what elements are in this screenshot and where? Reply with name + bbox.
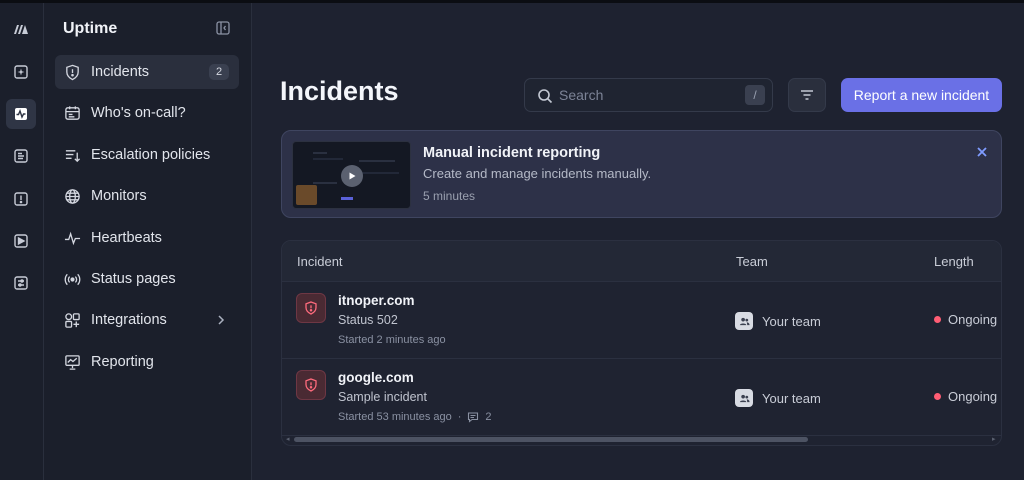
incident-description: Sample incident <box>338 390 427 404</box>
play-icon[interactable] <box>6 226 36 256</box>
sidebar-item-reporting[interactable]: Reporting <box>55 345 239 379</box>
incident-description: Status 502 <box>338 313 398 327</box>
app-title: Uptime <box>63 20 118 37</box>
separator-dot: · <box>457 411 462 423</box>
incident-started: Started 2 minutes ago <box>338 334 446 346</box>
incident-name[interactable]: google.com <box>338 370 414 385</box>
close-icon[interactable] <box>975 145 989 159</box>
page-title: Incidents <box>280 76 399 106</box>
column-header-length[interactable]: Length <box>934 254 974 269</box>
integrations-icon <box>63 311 81 329</box>
video-duration: 5 minutes <box>423 189 476 203</box>
banner-description: Create and manage incidents manually. <box>423 166 652 181</box>
incident-team: Your team <box>735 312 821 330</box>
sidebar-item-label: Heartbeats <box>91 230 162 246</box>
incident-status: Ongoing <box>948 389 998 404</box>
comment-icon <box>468 412 479 423</box>
thumbnail-detail <box>313 158 343 160</box>
sidebar-item-label: Reporting <box>91 354 154 370</box>
shield-alert-icon <box>296 370 326 400</box>
filter-button[interactable] <box>788 78 826 112</box>
list-sort-icon <box>63 146 81 164</box>
incident-length: Ongoing <box>934 312 997 327</box>
video-guide-banner: Manual incident reporting Create and man… <box>281 130 1002 218</box>
sidebar-item-label: Who's on-call? <box>91 105 186 121</box>
chart-icon <box>63 353 81 371</box>
thumbnail-detail <box>359 160 395 162</box>
team-users-icon <box>735 389 753 407</box>
thumbnail-detail <box>313 152 327 154</box>
sidebar-item-monitors[interactable]: Monitors <box>55 179 239 213</box>
sidebar-item-on-call[interactable]: Who's on-call? <box>55 96 239 130</box>
activity-icon[interactable] <box>6 99 36 129</box>
banner-title: Manual incident reporting <box>423 145 601 161</box>
comment-count: 2 <box>485 411 492 423</box>
horizontal-scrollbar[interactable]: ◂ ▸ <box>286 436 998 443</box>
status-dot <box>934 316 941 323</box>
sidebar-item-integrations[interactable]: Integrations <box>55 303 239 337</box>
chevron-right-icon <box>215 313 227 327</box>
sidebar: Uptime Incidents 2 Who's on-call? Escala… <box>44 3 252 480</box>
incident-name[interactable]: itnoper.com <box>338 293 415 308</box>
sidebar-item-status-pages[interactable]: Status pages <box>55 262 239 296</box>
incidents-table: Incident Team Length itnoper.com Status … <box>281 240 1002 446</box>
search-box[interactable]: / <box>524 78 773 112</box>
column-header-incident[interactable]: Incident <box>297 254 343 269</box>
incident-status: Ongoing <box>948 312 998 327</box>
table-header: Incident Team Length <box>282 241 1001 282</box>
report-incident-button[interactable]: Report a new incident <box>841 78 1002 112</box>
broadcast-icon <box>63 270 81 288</box>
search-input[interactable] <box>559 85 729 105</box>
sidebar-item-label: Incidents <box>91 64 150 80</box>
incident-count-badge: 2 <box>209 64 229 80</box>
incident-length: Ongoing <box>934 389 997 404</box>
sidebar-item-label: Integrations <box>91 312 167 328</box>
sparkle-icon[interactable] <box>6 57 36 87</box>
incident-team: Your team <box>735 389 821 407</box>
logo-icon[interactable] <box>6 14 36 44</box>
incident-started: Started 53 minutes ago <box>338 411 452 423</box>
sidebar-item-escalation-policies[interactable]: Escalation policies <box>55 138 239 172</box>
video-thumbnail[interactable] <box>292 141 411 209</box>
sidebar-item-label: Monitors <box>91 188 147 204</box>
team-name: Your team <box>762 313 821 329</box>
presenter-camera <box>296 185 317 205</box>
sidebar-item-label: Escalation policies <box>91 147 211 163</box>
search-shortcut-key: / <box>745 85 765 105</box>
play-video-icon[interactable] <box>341 165 363 187</box>
logs-icon[interactable] <box>6 141 36 171</box>
thumbnail-detail <box>359 172 399 174</box>
globe-icon <box>63 187 81 205</box>
shield-alert-icon <box>296 293 326 323</box>
scroll-left-icon[interactable]: ◂ <box>286 436 292 443</box>
pulse-icon <box>63 229 81 247</box>
table-row[interactable]: itnoper.com Status 502 Started 2 minutes… <box>282 282 1001 359</box>
team-users-icon <box>735 312 753 330</box>
calendar-icon <box>63 104 81 122</box>
thumbnail-detail <box>341 197 353 200</box>
settings-icon[interactable] <box>6 268 36 298</box>
shield-alert-icon <box>63 63 81 81</box>
column-header-team[interactable]: Team <box>736 254 768 269</box>
collapse-sidebar-icon[interactable] <box>216 21 230 35</box>
scrollbar-thumb[interactable] <box>294 437 808 442</box>
icon-rail <box>0 3 44 480</box>
scroll-right-icon[interactable]: ▸ <box>992 436 998 443</box>
sidebar-item-heartbeats[interactable]: Heartbeats <box>55 221 239 255</box>
sidebar-item-label: Status pages <box>91 271 176 287</box>
status-dot <box>934 393 941 400</box>
search-icon <box>537 88 553 104</box>
sidebar-item-incidents[interactable]: Incidents 2 <box>55 55 239 89</box>
thumbnail-detail <box>313 182 337 184</box>
team-name: Your team <box>762 390 821 406</box>
table-row[interactable]: google.com Sample incident Started 53 mi… <box>282 359 1001 436</box>
alert-icon[interactable] <box>6 184 36 214</box>
incident-meta: Started 53 minutes ago · 2 <box>338 411 492 423</box>
incident-meta: Started 2 minutes ago <box>338 334 446 346</box>
filter-icon <box>801 90 813 100</box>
